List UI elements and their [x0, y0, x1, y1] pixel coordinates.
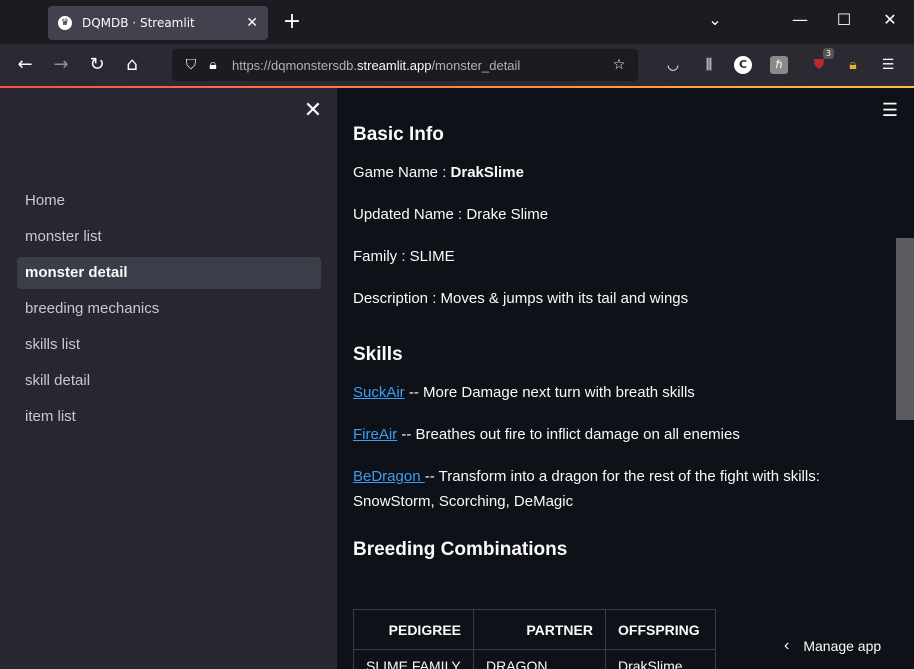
table-header-row: PEDIGREE PARTNER OFFSPRING: [353, 609, 716, 650]
back-button[interactable]: ←: [13, 53, 37, 77]
skill-item: SuckAir -- More Damage next turn with br…: [353, 384, 695, 401]
minimize-button[interactable]: —: [788, 10, 812, 29]
table-cell: SLIME FAMILY: [353, 649, 474, 669]
extension-c-icon[interactable]: C: [734, 56, 752, 74]
skill-item: BeDragon -- Transform into a dragon for …: [353, 468, 820, 510]
ublock-icon[interactable]: ⛊ 3: [808, 48, 834, 76]
skill-item: FireAir -- Breathes out fire to inflict …: [353, 426, 740, 443]
breeding-table: PEDIGREE PARTNER OFFSPRING SLIME FAMILY …: [353, 609, 716, 669]
url-text[interactable]: https://dqmonstersdb.streamlit.app/monst…: [232, 58, 608, 73]
updated-name-line: Updated Name : Drake Slime: [353, 206, 549, 223]
sidebar-item-item-list[interactable]: item list: [17, 401, 321, 433]
sidebar-item-skill-detail[interactable]: skill detail: [17, 365, 321, 397]
game-name-value: DrakSlime: [450, 164, 524, 181]
sidebar-item-monster-list[interactable]: monster list: [17, 221, 321, 253]
main-content: ☰ Basic Info Game Name : DrakSlime Updat…: [337, 88, 914, 669]
maximize-button[interactable]: ☐: [832, 10, 856, 29]
sidebar-item-skills-list[interactable]: skills list: [17, 329, 321, 361]
sidebar-item-breeding-mechanics[interactable]: breeding mechanics: [17, 293, 321, 325]
shield-icon[interactable]: ⛉: [180, 57, 202, 73]
chevron-left-icon: ‹: [784, 637, 790, 654]
sidebar-close-icon[interactable]: ✕: [302, 98, 324, 123]
breeding-heading: Breeding Combinations: [353, 539, 568, 560]
manage-app-button[interactable]: ‹ Manage app: [770, 626, 914, 666]
sidebar: ✕ Home monster list monster detail breed…: [0, 88, 337, 669]
table-cell: DrakSlime: [605, 649, 716, 669]
tab-list-chevron-icon[interactable]: ⌄: [703, 10, 727, 29]
new-tab-button[interactable]: +: [280, 10, 304, 34]
main-scrollbar-thumb[interactable]: [896, 238, 914, 420]
lock-icon[interactable]: 🔒︎: [202, 57, 224, 73]
close-window-button[interactable]: ✕: [878, 10, 902, 29]
streamlit-favicon-icon: ♛: [58, 16, 72, 30]
sidebar-item-home[interactable]: Home: [17, 185, 321, 217]
browser-titlebar: ♛ DQMDB · Streamlit ✕ + ⌄ — ☐ ✕: [0, 0, 914, 44]
browser-tab[interactable]: ♛ DQMDB · Streamlit ✕: [48, 6, 268, 40]
library-icon[interactable]: ⫼: [698, 54, 720, 76]
url-bar[interactable]: ⛉ 🔒︎ https://dqmonstersdb.streamlit.app/…: [172, 49, 638, 81]
forward-button[interactable]: →: [49, 53, 73, 77]
skills-heading: Skills: [353, 344, 403, 365]
extension-h-icon[interactable]: ℏ: [770, 56, 788, 74]
tab-title: DQMDB · Streamlit: [82, 16, 195, 30]
main-menu-icon[interactable]: ☰: [882, 100, 898, 121]
home-button[interactable]: ⌂: [120, 53, 144, 77]
basic-info-heading: Basic Info: [353, 124, 444, 145]
column-header-pedigree[interactable]: PEDIGREE: [353, 609, 474, 650]
column-header-offspring[interactable]: OFFSPRING: [605, 609, 716, 650]
sidebar-nav: Home monster list monster detail breedin…: [17, 185, 321, 437]
description-line: Description : Moves & jumps with its tai…: [353, 290, 689, 307]
tab-close-icon[interactable]: ✕: [246, 15, 258, 31]
pocket-icon[interactable]: ◡: [662, 54, 684, 76]
sidebar-item-monster-detail[interactable]: monster detail: [17, 257, 321, 289]
skill-link-fireair[interactable]: FireAir: [353, 426, 397, 443]
skill-link-bedragon[interactable]: BeDragon: [353, 468, 425, 485]
bookmark-star-icon[interactable]: ☆: [608, 57, 630, 73]
browser-navbar: ← → ↻ ⌂ ⛉ 🔒︎ https://dqmonstersdb.stream…: [0, 44, 914, 86]
manage-app-label: Manage app: [803, 638, 882, 654]
table-row: SLIME FAMILY DRAGON FAMILY DrakSlime: [353, 649, 716, 669]
column-header-partner[interactable]: PARTNER: [473, 609, 606, 650]
reload-button[interactable]: ↻: [85, 53, 109, 77]
app-menu-icon[interactable]: ☰: [877, 54, 899, 76]
family-line: Family : SLIME: [353, 248, 455, 265]
game-name-line: Game Name : DrakSlime: [353, 164, 524, 181]
skill-link-suckair[interactable]: SuckAir: [353, 384, 405, 401]
table-cell: DRAGON FAMILY: [473, 649, 606, 669]
extension-puzzle-icon[interactable]: 🔒︎: [842, 54, 864, 76]
